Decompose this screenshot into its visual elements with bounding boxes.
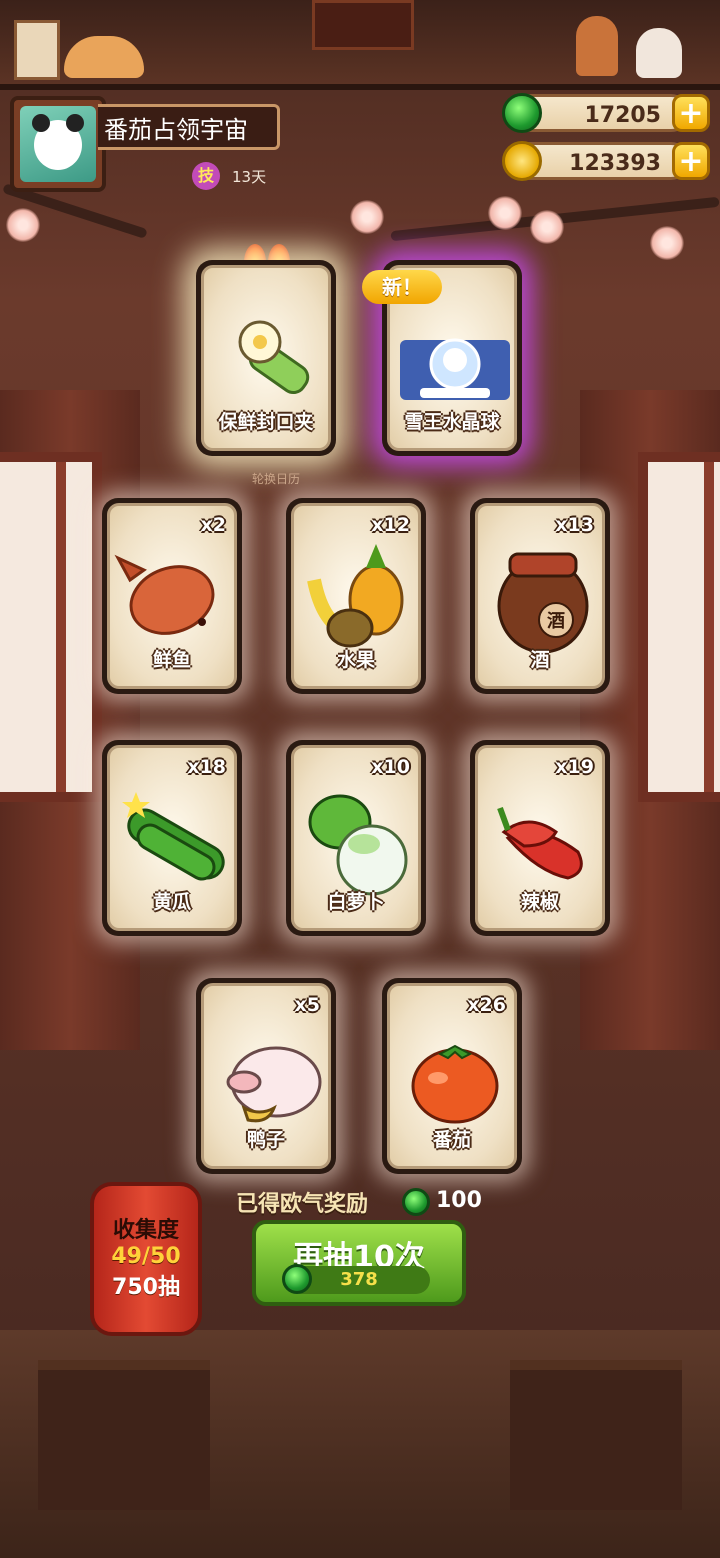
collection-draws: 750抽 bbox=[112, 1275, 180, 1300]
shelf-cat2-decoration bbox=[636, 28, 682, 78]
card-item[interactable]: x18 黄瓜 bbox=[102, 740, 242, 936]
card-label: 白萝卜 bbox=[327, 891, 385, 913]
blossom-decoration bbox=[350, 200, 384, 234]
sealing-clip-icon bbox=[204, 302, 328, 422]
lattice-window-left bbox=[0, 452, 102, 802]
shelf-mascot-decoration bbox=[312, 0, 414, 50]
card-label: 番茄 bbox=[432, 1129, 471, 1151]
card-label: 鸭子 bbox=[246, 1129, 285, 1151]
card-count: x18 bbox=[187, 756, 226, 778]
wine-jar-icon: 酒 bbox=[478, 540, 602, 660]
add-jade-button[interactable]: + bbox=[672, 94, 710, 132]
card-label: 保鲜封口夹 bbox=[218, 411, 314, 433]
card-item[interactable]: x12 水果 bbox=[286, 498, 426, 694]
card-item[interactable]: x10 白萝卜 bbox=[286, 740, 426, 936]
cucumber-icon bbox=[110, 782, 234, 902]
collection-lantern[interactable]: 收集度 49/50 750抽 bbox=[90, 1182, 202, 1336]
tomato-icon bbox=[390, 1020, 514, 1140]
skill-badge-icon[interactable]: 技 bbox=[192, 162, 220, 190]
shelf-doll-decoration bbox=[576, 16, 618, 76]
avatar[interactable] bbox=[10, 96, 106, 192]
card-label: 黄瓜 bbox=[152, 891, 191, 913]
chili-icon bbox=[478, 782, 602, 902]
jade-icon bbox=[402, 1188, 430, 1216]
card-label: 雪王水晶球 bbox=[404, 411, 500, 433]
collection-title: 收集度 bbox=[112, 1218, 179, 1243]
card-count: x12 bbox=[371, 514, 410, 536]
snow-globe-icon bbox=[390, 302, 514, 422]
lucky-reward-value: 100 bbox=[436, 1188, 482, 1213]
card-label: 酒 bbox=[530, 649, 550, 671]
radish-icon bbox=[294, 782, 418, 902]
fruit-icon bbox=[294, 540, 418, 660]
coin-icon bbox=[502, 141, 542, 181]
fish-icon bbox=[110, 540, 234, 660]
lattice-window-right bbox=[638, 452, 720, 802]
blossom-decoration bbox=[650, 226, 684, 260]
player-name: 番茄占领宇宙 bbox=[98, 104, 280, 150]
blossom-decoration bbox=[6, 208, 40, 242]
card-item[interactable]: x26 番茄 bbox=[382, 978, 522, 1174]
lucky-reward-text: 已得欧气奖励 bbox=[236, 1192, 369, 1217]
draw-cost-value: 378 bbox=[340, 1269, 378, 1290]
blossom-decoration bbox=[530, 210, 564, 244]
shelf-frame-decoration bbox=[14, 20, 60, 80]
card-count: x2 bbox=[200, 514, 226, 536]
days-count: 13天 bbox=[232, 168, 267, 186]
card-featured[interactable]: 保鲜封口夹 bbox=[196, 260, 336, 456]
bench-left bbox=[38, 1360, 210, 1510]
new-badge: 新！ bbox=[362, 270, 442, 304]
blossom-decoration bbox=[488, 196, 522, 230]
draw-again-button[interactable]: 再抽10次 378 bbox=[252, 1220, 466, 1306]
jade-icon bbox=[282, 1264, 312, 1294]
card-label: 水果 bbox=[336, 649, 375, 671]
card-count: x13 bbox=[555, 514, 594, 536]
card-count: x5 bbox=[294, 994, 320, 1016]
jar-label: 酒 bbox=[547, 610, 565, 632]
card-label: 辣椒 bbox=[520, 891, 559, 913]
duck-icon bbox=[204, 1020, 328, 1140]
card-label: 鲜鱼 bbox=[152, 649, 191, 671]
add-coins-button[interactable]: + bbox=[672, 142, 710, 180]
bench-right bbox=[510, 1360, 682, 1510]
panda-avatar-icon bbox=[20, 106, 96, 182]
game-scene: 番茄占领宇宙 技 13天 17205 + 123393 + 保鲜封口夹 雪王水晶… bbox=[0, 0, 720, 1558]
collection-progress: 49/50 bbox=[111, 1244, 181, 1269]
card-item[interactable]: x13 酒 酒 bbox=[470, 498, 610, 694]
card-item[interactable]: x19 辣椒 bbox=[470, 740, 610, 936]
calendar-label: 轮换日历 bbox=[252, 472, 301, 486]
card-item[interactable]: x2 鲜鱼 bbox=[102, 498, 242, 694]
card-count: x10 bbox=[371, 756, 410, 778]
draw-cost: 378 bbox=[282, 1264, 430, 1294]
jade-icon bbox=[502, 93, 542, 133]
card-item[interactable]: x5 鸭子 bbox=[196, 978, 336, 1174]
card-count: x19 bbox=[555, 756, 594, 778]
card-count: x26 bbox=[467, 994, 506, 1016]
